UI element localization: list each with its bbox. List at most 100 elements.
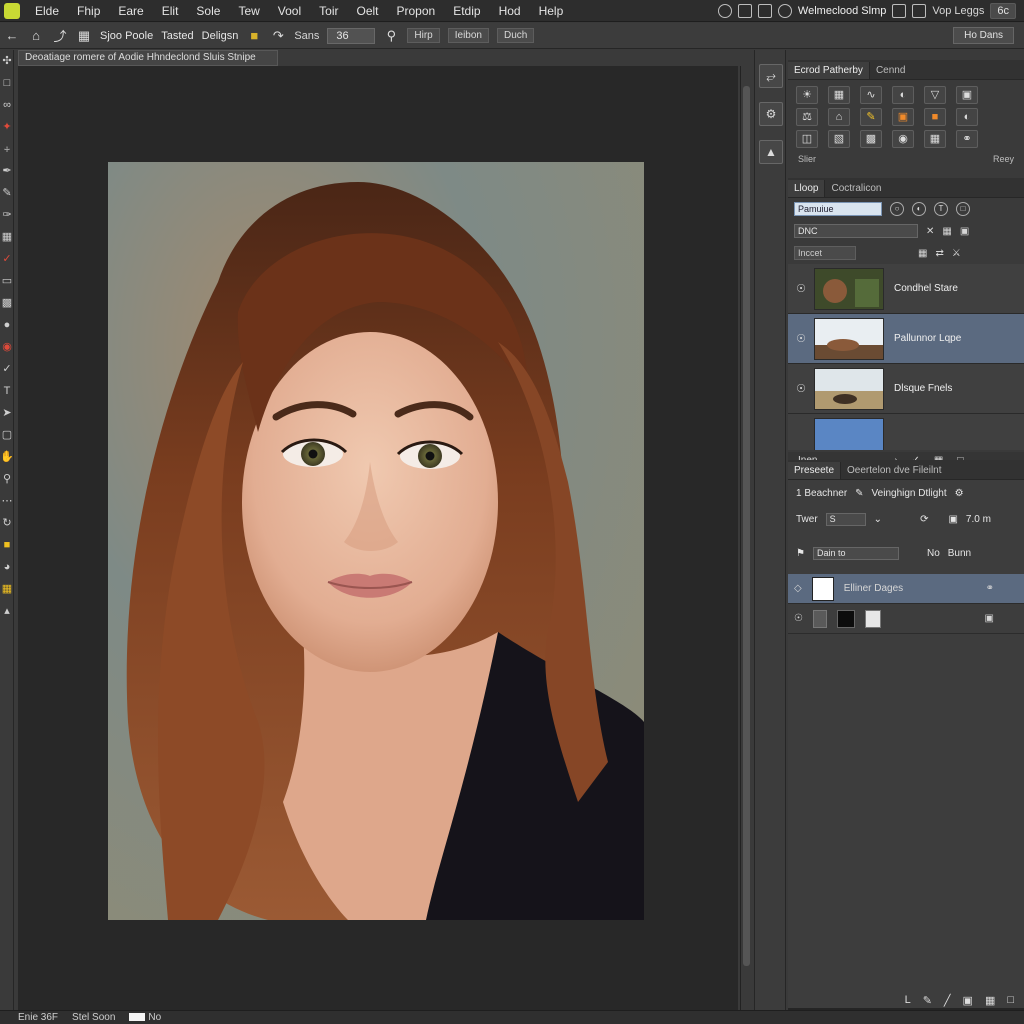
filter-pixel-icon[interactable]: ○	[890, 202, 904, 216]
pencil-icon[interactable]: ✎	[860, 108, 882, 126]
brush-panel-icon[interactable]: ▲	[759, 140, 783, 164]
history-brush-tool-icon[interactable]: ✓	[0, 248, 14, 270]
app-logo-icon[interactable]	[4, 2, 20, 19]
search-icon[interactable]: ⚲	[383, 28, 399, 44]
visibility-eye-icon[interactable]: ◇	[794, 583, 802, 594]
invert-icon[interactable]: ◐	[956, 108, 978, 126]
lasso-tool-icon[interactable]: ∞	[0, 94, 14, 116]
visibility-eye-icon[interactable]: ☉	[788, 282, 814, 295]
scrollbar-thumb[interactable]	[743, 86, 750, 966]
flag-icon[interactable]: ⚑	[796, 548, 805, 559]
props-layer-row[interactable]: ☉ ▣	[788, 604, 1024, 634]
mode-label[interactable]: Bunn	[948, 548, 971, 559]
visibility-eye-icon[interactable]: ☉	[794, 613, 803, 624]
threshold-icon[interactable]: ▧	[828, 130, 850, 148]
marquee-tool-icon[interactable]: □	[0, 72, 14, 94]
canvas-scrollbar[interactable]	[740, 66, 752, 1010]
gradient-map-icon[interactable]: ▩	[860, 130, 882, 148]
footer-new-icon[interactable]: ▦	[985, 994, 995, 1007]
dodge-tool-icon[interactable]: ◉	[0, 336, 14, 358]
stack-icon[interactable]: ▦	[918, 248, 927, 259]
extra-tool-icon[interactable]: ▴	[0, 600, 14, 622]
hue-icon[interactable]: ▣	[956, 86, 978, 104]
tab-presets[interactable]: Preseete	[788, 462, 842, 479]
home-icon[interactable]: ⌂	[28, 28, 44, 43]
workspace-dropdown-icon[interactable]	[892, 3, 907, 18]
link-layers-icon[interactable]: ⇄	[935, 248, 943, 259]
blend-select[interactable]: Dain to	[812, 546, 899, 560]
footer-pencil-icon[interactable]: ✎	[923, 994, 932, 1007]
screen-mode-icon[interactable]: ▦	[0, 578, 14, 600]
shape-tool-icon[interactable]: ▢	[0, 424, 14, 446]
lookup-icon[interactable]: ▦	[924, 130, 946, 148]
curves-icon[interactable]: ∿	[860, 86, 882, 104]
menu-item-7[interactable]: Toir	[310, 4, 347, 18]
blend-mode-select[interactable]: DNC	[794, 224, 918, 238]
document-tab[interactable]: Deoatiage romere of Aodie Hhndeclond Slu…	[18, 50, 278, 66]
option-box-2[interactable]: Ieibon	[447, 28, 489, 43]
brush-icon[interactable]: ✎	[855, 488, 863, 499]
menu-item-6[interactable]: Vool	[269, 4, 310, 18]
eyedropper-tool-icon[interactable]: ✒	[0, 160, 14, 182]
portrait-photo[interactable]	[108, 162, 644, 920]
gray-swatch[interactable]	[812, 609, 827, 628]
black-swatch[interactable]	[836, 609, 855, 628]
zoom-level[interactable]: Enie 36F	[18, 1012, 58, 1023]
eraser-tool-icon[interactable]: ▭	[0, 270, 14, 292]
action-dropdown[interactable]: Deligsn	[202, 30, 239, 42]
lock-icon[interactable]: ▣	[985, 613, 994, 624]
channel-mixer-icon[interactable]: ■	[924, 108, 946, 126]
edit-toolbar-icon[interactable]: ⋯	[0, 490, 14, 512]
quick-select-tool-icon[interactable]: ✦	[0, 116, 14, 138]
menu-item-11[interactable]: Hod	[490, 4, 530, 18]
workspace-name[interactable]: Welmeclood Slmp	[798, 5, 886, 17]
stamp-tool-icon[interactable]: ▦	[0, 226, 14, 248]
pen-tool-icon[interactable]: ✓	[0, 358, 14, 380]
link-icon[interactable]: ⚭	[956, 130, 978, 148]
right-label[interactable]: Vop Leggs	[932, 5, 984, 17]
photo-filter-icon[interactable]: ▣	[892, 108, 914, 126]
gradient-tool-icon[interactable]: ▩	[0, 292, 14, 314]
layer-row[interactable]: ☉ Dlsque Fnels	[788, 364, 1024, 414]
right-field[interactable]: 6c	[990, 2, 1016, 19]
menu-item-10[interactable]: Etdip	[444, 4, 489, 18]
properties-panel-icon[interactable]: ⚙	[759, 102, 783, 126]
layer-name[interactable]: Condhel Stare	[894, 283, 958, 294]
crop-tool-icon[interactable]: ⧾	[0, 138, 14, 160]
props-layer-selected[interactable]: ◇ Elliner Dages ⚭	[788, 574, 1024, 604]
history-panel-icon[interactable]: ⥂	[759, 64, 783, 88]
settings-circle-icon[interactable]: ⚙	[955, 488, 964, 499]
tab-styles[interactable]: Cennd	[870, 62, 911, 79]
footer-slash-icon[interactable]: ╱	[944, 994, 951, 1007]
layer-row-selected[interactable]: ☉ Pallunnor Lqpe	[788, 314, 1024, 364]
filter-type-icon[interactable]: T	[934, 202, 948, 216]
filter-shape-icon[interactable]: □	[956, 202, 970, 216]
layer-row[interactable]: ☉ Condhel Stare	[788, 264, 1024, 314]
move-tool-icon[interactable]: ⤴	[52, 26, 68, 45]
menu-item-5[interactable]: Tew	[229, 4, 268, 18]
tab-adjustments[interactable]: Ecrod Patherby	[788, 62, 870, 79]
window-icon[interactable]	[737, 3, 752, 18]
link-icon[interactable]: ⚭	[986, 583, 994, 594]
move-tool-icon[interactable]: ✣	[0, 50, 14, 72]
menu-item-8[interactable]: Oelt	[347, 4, 387, 18]
tab-channels[interactable]: Coctralicon	[825, 180, 887, 197]
exposure-icon[interactable]: ◐	[892, 86, 914, 104]
menu-item-4[interactable]: Sole	[187, 4, 229, 18]
zoom-tool-icon[interactable]: ⚲	[0, 468, 14, 490]
layer-name[interactable]: Dlsque Fnels	[894, 383, 952, 394]
path-select-tool-icon[interactable]: ➤	[0, 402, 14, 424]
scale-icon[interactable]: ⟳	[920, 514, 928, 525]
frame-icon[interactable]	[757, 3, 772, 18]
footer-l-icon[interactable]: L	[905, 994, 911, 1006]
layer-name[interactable]: Pallunnor Lqpe	[894, 333, 961, 344]
healing-tool-icon[interactable]: ✎	[0, 182, 14, 204]
filter-adjust-icon[interactable]: ◐	[912, 202, 926, 216]
levels-icon[interactable]: ▦	[828, 86, 850, 104]
option-box-1[interactable]: Hirp	[407, 28, 440, 43]
preset-dropdown[interactable]: Sjoo Poole	[100, 30, 153, 42]
help-circle-icon[interactable]	[717, 3, 732, 18]
kind-select[interactable]: Pamuiue	[794, 202, 882, 216]
lock-all-icon[interactable]: ▣	[960, 226, 969, 237]
selective-color-icon[interactable]: ◉	[892, 130, 914, 148]
